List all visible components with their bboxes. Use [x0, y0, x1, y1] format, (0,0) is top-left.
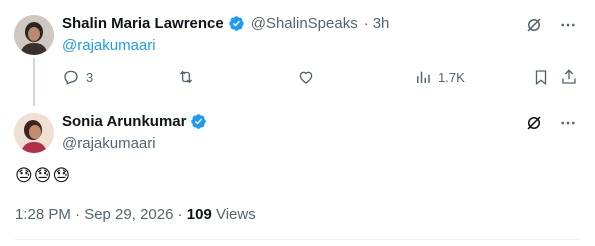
tweet-time[interactable]: 3h — [373, 15, 390, 32]
divider — [15, 239, 580, 240]
verified-badge-icon — [191, 114, 207, 129]
reply-tweet[interactable]: Shalin Maria Lawrence @ShalinSpeaks · 3h… — [0, 0, 595, 106]
author-name[interactable]: Sonia Arunkumar — [62, 113, 186, 130]
retweet-icon — [179, 70, 193, 84]
like-icon — [299, 71, 313, 84]
reply-top-actions — [525, 16, 577, 34]
reply-icon — [64, 70, 78, 85]
tweet-meta: 1:28 PM · Sep 29, 2026 · 109 Views — [15, 206, 256, 223]
grok-icon[interactable] — [525, 114, 543, 132]
main-top-actions — [525, 114, 577, 132]
reply-action-bar: 3 1.7K — [62, 68, 580, 88]
retweet-button[interactable] — [177, 68, 195, 86]
views-icon — [417, 71, 430, 83]
reply-mention[interactable]: @rajakumaari — [62, 37, 156, 54]
avatar[interactable] — [14, 15, 54, 55]
more-icon[interactable] — [559, 16, 577, 34]
author-handle[interactable]: @ShalinSpeaks — [251, 15, 358, 32]
views-button[interactable]: 1.7K — [414, 68, 465, 86]
reply-header: Shalin Maria Lawrence @ShalinSpeaks · 3h — [62, 15, 389, 32]
like-button[interactable] — [297, 68, 315, 86]
reply-button[interactable]: 3 — [62, 68, 93, 86]
main-tweet-header: Sonia Arunkumar — [62, 113, 207, 130]
bookmark-button[interactable] — [532, 68, 550, 86]
meta-separator: · — [177, 206, 183, 223]
more-icon[interactable] — [559, 114, 577, 132]
bookmark-icon — [535, 70, 547, 86]
avatar[interactable] — [14, 113, 54, 153]
share-icon — [562, 69, 576, 84]
tweet-timestamp[interactable]: 1:28 PM · Sep 29, 2026 — [15, 206, 173, 223]
grok-icon[interactable] — [525, 16, 543, 34]
share-button[interactable] — [560, 68, 578, 86]
reply-count: 3 — [86, 69, 94, 85]
thread-line — [33, 58, 35, 106]
tweet-text: 😓😓😓 — [15, 166, 72, 185]
author-name[interactable]: Shalin Maria Lawrence — [62, 15, 224, 32]
views-count: 109 — [186, 206, 212, 223]
verified-badge-icon — [228, 16, 244, 31]
dot-separator: · — [363, 15, 369, 32]
views-count: 1.7K — [438, 69, 465, 85]
author-handle[interactable]: @rajakumaari — [62, 135, 156, 152]
views-label: Views — [215, 206, 256, 223]
